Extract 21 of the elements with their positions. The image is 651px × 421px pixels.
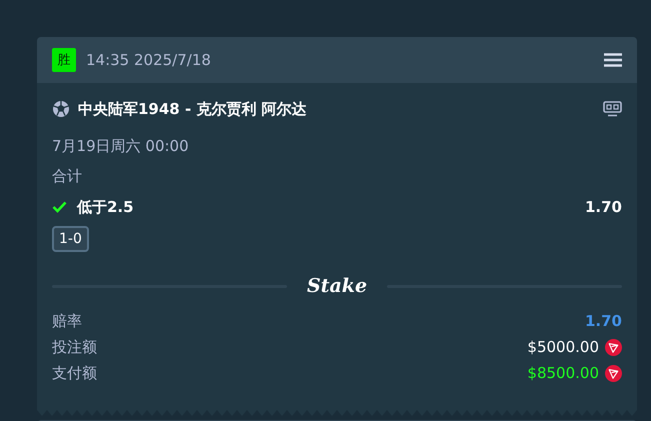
summary-label: 投注额 <box>52 338 98 356</box>
summary-label: 支付额 <box>52 364 98 382</box>
summary-value: $8500.00 <box>527 364 599 382</box>
brand-logo: Stake <box>306 275 368 297</box>
coin-icon <box>605 364 622 382</box>
scoreboard-icon[interactable] <box>603 101 622 117</box>
selection-name: 低于2.5 <box>77 198 135 216</box>
coin-icon <box>605 338 622 356</box>
soccer-ball-icon <box>52 100 70 118</box>
event-date: 7月19日周六 00:00 <box>52 136 190 157</box>
event-title: 中央陆军1948 - 克尔贾利 阿尔达 <box>78 100 308 118</box>
market-name: 合计 <box>52 166 83 187</box>
summary-value: 1.70 <box>584 312 622 330</box>
check-icon <box>52 201 67 213</box>
score-tag: 1-0 <box>52 226 89 252</box>
summary-label: 赔率 <box>52 312 83 330</box>
summary-value: $5000.00 <box>527 338 599 356</box>
menu-icon[interactable] <box>604 53 622 67</box>
result-badge: 胜 <box>52 48 76 72</box>
bet-time: 14:35 2025/7/18 <box>86 51 212 69</box>
selection-odds: 1.70 <box>584 198 622 216</box>
